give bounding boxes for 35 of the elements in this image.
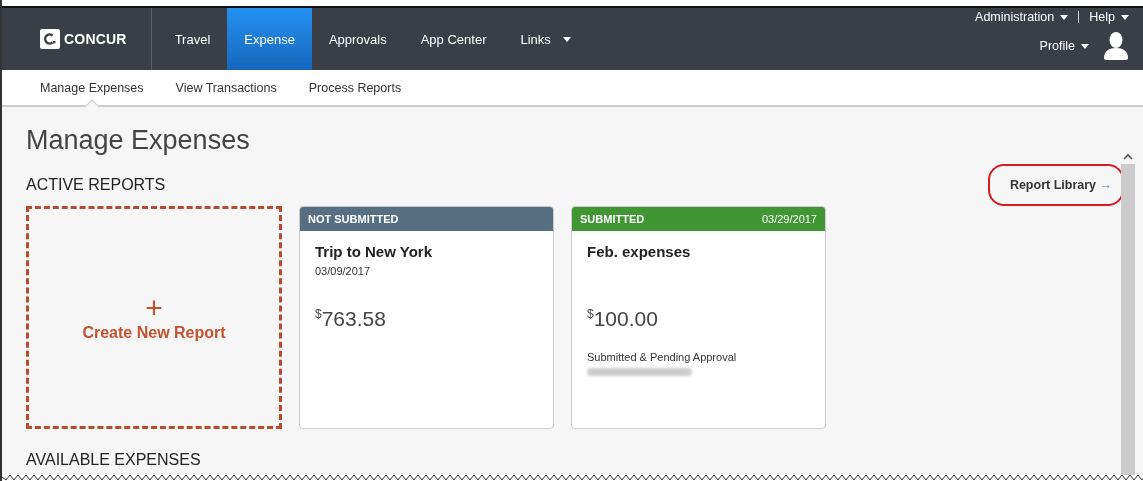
caret-icon (1081, 43, 1089, 49)
logo-mark-icon (40, 29, 60, 49)
page-title: Manage Expenses (26, 125, 251, 156)
logo-text: CONCUR (64, 31, 127, 47)
menu-link[interactable]: Help (1089, 10, 1129, 24)
caret-icon (562, 36, 571, 42)
status-label: SUBMITTED (580, 213, 645, 225)
profile-menu[interactable]: Profile (1039, 39, 1089, 53)
report-name: Feb. expenses (587, 243, 692, 260)
nav-tab[interactable]: Links (503, 8, 588, 70)
status-label: NOT SUBMITTED (308, 213, 399, 225)
concur-logo[interactable]: CONCUR (2, 8, 139, 70)
report-amount: $^{$}$100.00 (587, 307, 659, 331)
nav-tab[interactable]: Travel (157, 8, 228, 70)
subnav-link[interactable]: Process Reports (308, 70, 402, 105)
status-date: 03/29/2017 (761, 213, 817, 225)
section-title: ACTIVE REPORTS (26, 176, 166, 194)
create-report-tile[interactable]: + Create New Report (26, 206, 282, 429)
report-card[interactable]: SUBMITTED 03/29/2017 Feb. expenses $^{$}$100.00 Submitted & Pending Approval (571, 206, 826, 429)
menu-link[interactable]: Administration (975, 10, 1069, 24)
user-avatar-icon[interactable] (1103, 32, 1129, 60)
scroll-up-icon[interactable] (1123, 153, 1133, 160)
nav-tab[interactable]: Approvals (311, 8, 404, 70)
nav-tab[interactable]: Expense (227, 8, 312, 70)
report-status-note: Submitted & Pending Approval (587, 351, 738, 363)
report-amount: $^{$}$763.58 (315, 307, 387, 331)
caret-icon (1060, 14, 1069, 20)
report-name: Trip to New York (315, 243, 433, 260)
nav-tab[interactable]: App Center (403, 8, 504, 70)
subnav-link[interactable]: View Transactions (175, 70, 277, 105)
report-date: 03/09/2017 (315, 265, 371, 277)
section-title: AVAILABLE EXPENSES (26, 451, 202, 469)
caret-icon (1121, 14, 1129, 20)
report-card[interactable]: NOT SUBMITTED Trip to New York 03/09/2017 $^{$}$763.58 (299, 206, 554, 429)
scrollbar[interactable] (1120, 153, 1136, 475)
